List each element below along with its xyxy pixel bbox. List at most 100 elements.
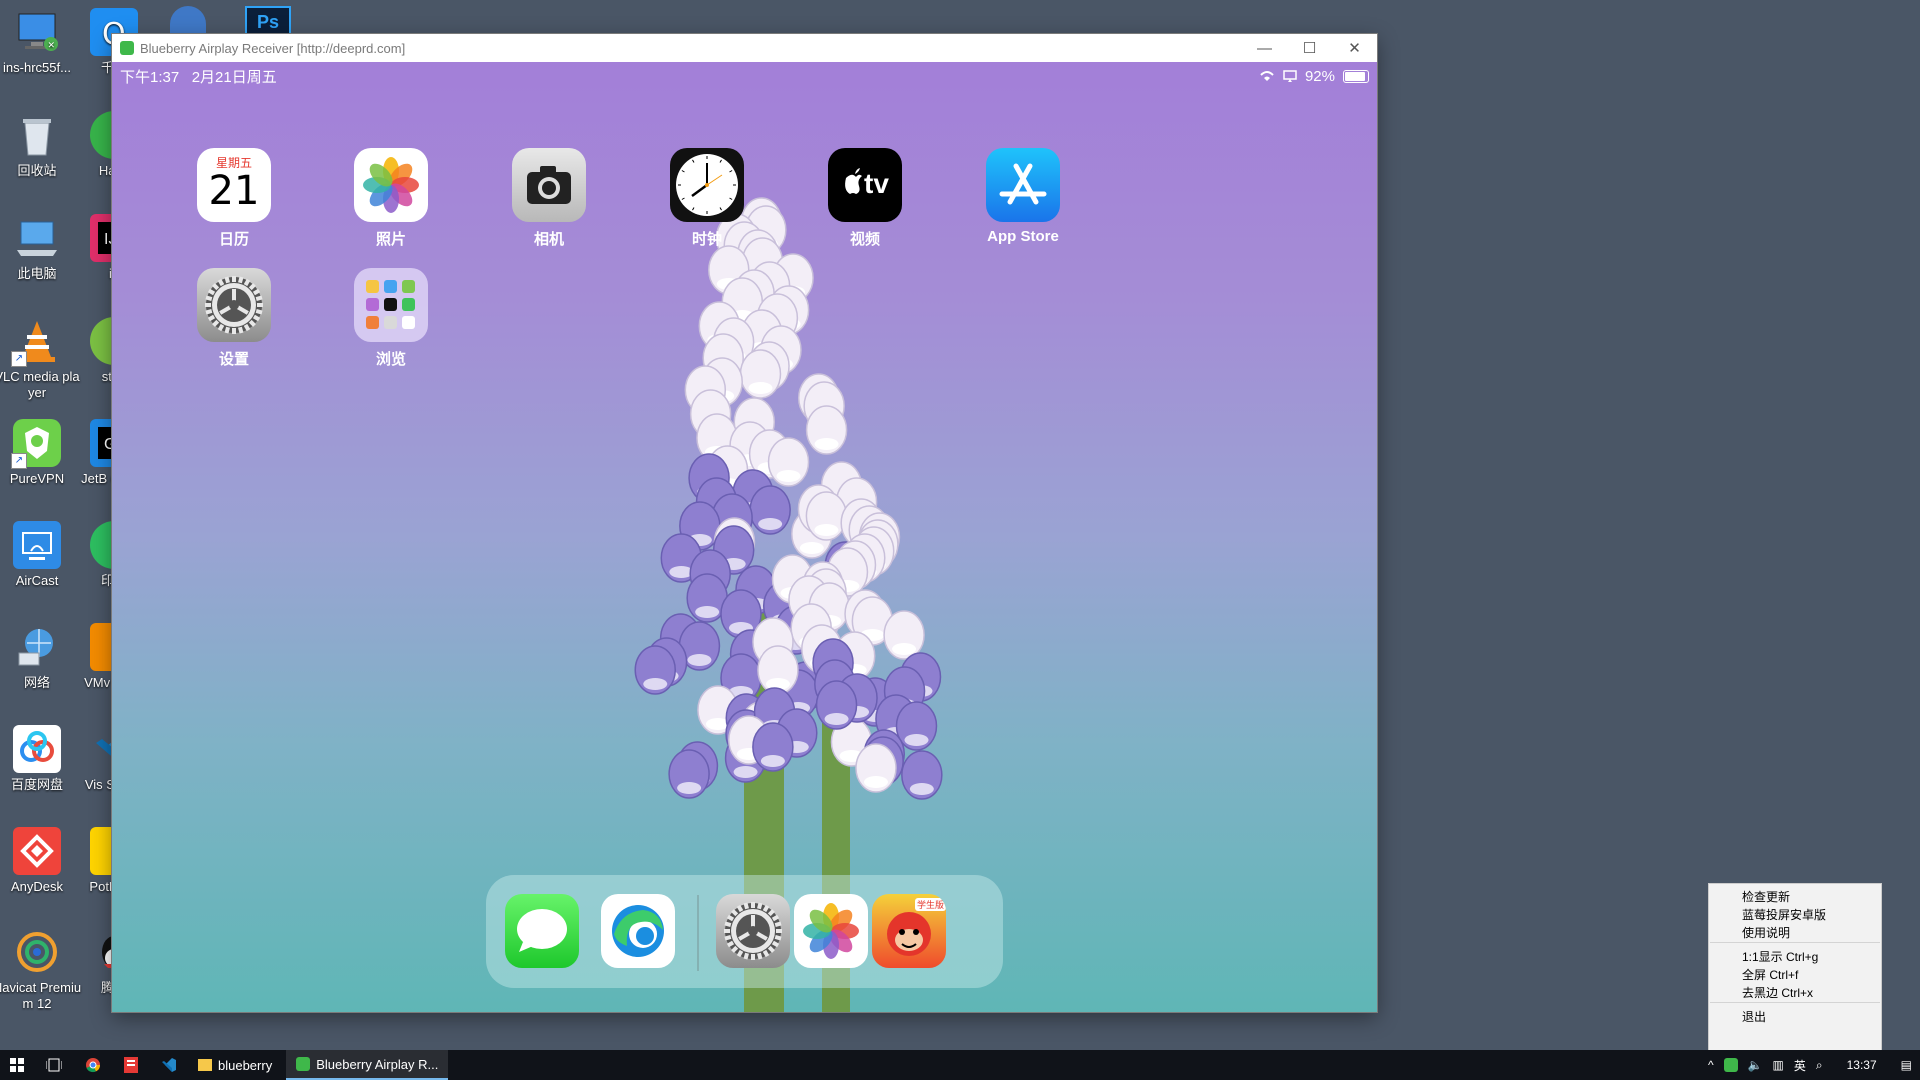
task-view-button[interactable] [34, 1050, 74, 1080]
menu-separator [1710, 942, 1880, 943]
appletv-icon: tv [828, 148, 902, 222]
recycle-bin-icon [13, 111, 61, 159]
app-label: 设置 [218, 351, 249, 368]
appstore-icon [986, 148, 1060, 222]
search-icon[interactable]: ⌕ [1816, 1058, 1823, 1073]
settings-icon[interactable] [716, 894, 790, 968]
status-time-date: 下午1:37 2月21日周五 [120, 66, 1259, 87]
airplay-receiver-window[interactable]: Blueberry Airplay Receiver [http://deepr… [112, 34, 1377, 1012]
edge-icon[interactable] [601, 894, 675, 968]
volume-icon[interactable]: 🔈 [1748, 1058, 1763, 1072]
anydesk-icon [13, 827, 61, 875]
ipad-status-bar: 下午1:37 2月21日周五 92% [120, 65, 1369, 87]
network-tray-icon[interactable]: ▥ [1773, 1058, 1784, 1072]
taskbar-task-airplay-receiver[interactable]: Blueberry Airplay R... [286, 1050, 449, 1080]
app-folder-browse[interactable]: 浏览 [331, 268, 451, 369]
ipad-dock: 学生版 [486, 875, 1003, 988]
photos-icon [354, 148, 428, 222]
app-label: 时钟 [691, 231, 722, 248]
status-time: 下午1:37 [120, 68, 180, 86]
settings-icon [197, 268, 271, 342]
window-title: Blueberry Airplay Receiver [http://deepr… [140, 40, 406, 56]
menu-item-exit[interactable]: 退出 [1742, 1008, 1766, 1025]
calendar-icon: 星期五 21 [197, 148, 271, 222]
app-calendar[interactable]: 星期五 21 日历 [174, 148, 294, 249]
action-center-icon[interactable]: ▤ [1901, 1058, 1912, 1072]
computer-icon: ✕ [13, 8, 61, 56]
window-titlebar[interactable]: Blueberry Airplay Receiver [http://deepr… [112, 34, 1377, 62]
taskbar-chrome-button[interactable] [74, 1050, 112, 1080]
windows-logo-icon [10, 1058, 24, 1072]
app-clock[interactable]: 时钟 [647, 148, 767, 249]
task-label: Blueberry Airplay R... [316, 1056, 439, 1072]
taskbar-notes-button[interactable] [112, 1050, 150, 1080]
tray-clock[interactable]: 13:37 [1847, 1058, 1877, 1072]
menu-item-help[interactable]: 使用说明 [1742, 924, 1790, 941]
battery-fill [1345, 71, 1366, 81]
vlc-icon: ↗ [11, 317, 61, 367]
calendar-day: 21 [208, 168, 260, 214]
app-label: 相机 [533, 231, 564, 248]
menu-item-remove-borders[interactable]: 去黑边 Ctrl+x [1742, 984, 1813, 1001]
red-app-icon [124, 1057, 138, 1073]
shortcut-arrow-icon: ↗ [11, 351, 27, 367]
status-date: 2月21日周五 [191, 68, 277, 86]
app-label: 日历 [218, 231, 249, 248]
this-pc-icon [13, 214, 61, 262]
minimize-button[interactable]: — [1242, 34, 1287, 62]
ipad-mirror-screen[interactable]: 下午1:37 2月21日周五 92% 星期五 21 日历 照片 相机 时钟 tv… [112, 62, 1377, 1012]
battery-icon [1343, 69, 1369, 83]
tv-text: tv [864, 168, 889, 199]
messages-icon[interactable] [505, 894, 579, 968]
baidu-netdisk-icon [13, 725, 61, 773]
desktop-icon-photoshop[interactable]: Ps [245, 6, 291, 36]
network-icon [13, 623, 61, 671]
vscode-icon [162, 1058, 176, 1072]
blueberry-tray-icon[interactable] [1723, 1058, 1738, 1072]
chrome-icon [86, 1058, 100, 1073]
screen-mirroring-icon [1283, 70, 1297, 82]
task-view-icon [46, 1058, 62, 1072]
app-settings[interactable]: 设置 [174, 268, 294, 369]
folder-icon [354, 268, 428, 342]
app-badge: 学生版 [914, 898, 946, 911]
maximize-button[interactable]: ☐ [1287, 34, 1332, 62]
app-tv[interactable]: tv 视频 [805, 148, 925, 249]
close-button[interactable]: ✕ [1332, 34, 1377, 62]
menu-item-fullscreen[interactable]: 全屏 Ctrl+f [1742, 966, 1798, 983]
tray-expand-icon[interactable]: ^ [1708, 1058, 1714, 1072]
monkey-app-icon[interactable]: 学生版 [872, 894, 946, 968]
app-appstore[interactable]: App Store [963, 148, 1083, 245]
dock-separator [697, 895, 699, 971]
app-label: App Store [987, 228, 1059, 245]
shortcut-arrow-icon: ↗ [11, 453, 27, 469]
blueberry-icon [296, 1057, 311, 1071]
menu-item-android-version[interactable]: 蓝莓投屏安卓版 [1742, 906, 1826, 923]
svg-text:✕: ✕ [48, 40, 56, 50]
app-label: 浏览 [375, 351, 406, 368]
start-button[interactable] [0, 1050, 34, 1080]
app-label: 视频 [849, 231, 880, 248]
blueberry-icon [120, 41, 134, 55]
clock-icon [670, 148, 744, 222]
menu-item-actual-size[interactable]: 1:1显示 Ctrl+g [1742, 948, 1818, 965]
ime-indicator[interactable]: 英 [1794, 1057, 1806, 1074]
app-label: 照片 [375, 231, 406, 248]
task-label: blueberry [218, 1057, 273, 1073]
wifi-icon [1260, 71, 1274, 81]
folder-icon [198, 1059, 212, 1071]
menu-item-check-update[interactable]: 检查更新 [1742, 888, 1790, 905]
photos-icon[interactable] [794, 894, 868, 968]
camera-icon [512, 148, 586, 222]
system-tray: ^ 🔈 ▥ 英 ⌕ 13:37 ▤ [1708, 1050, 1920, 1080]
battery-percent: 92% [1304, 67, 1335, 85]
menu-separator [1710, 1002, 1880, 1003]
app-photos[interactable]: 照片 [331, 148, 451, 249]
taskbar: blueberry Blueberry Airplay R... ^ 🔈 ▥ 英… [0, 1050, 1920, 1080]
tray-context-menu: 检查更新 蓝莓投屏安卓版 使用说明 1:1显示 Ctrl+g 全屏 Ctrl+f… [1708, 883, 1882, 1055]
desktop-icon-globe[interactable] [170, 6, 206, 34]
aircast-icon [13, 521, 61, 569]
app-camera[interactable]: 相机 [489, 148, 609, 249]
taskbar-vscode-button[interactable] [150, 1050, 188, 1080]
taskbar-task-blueberry-folder[interactable]: blueberry [188, 1050, 282, 1080]
